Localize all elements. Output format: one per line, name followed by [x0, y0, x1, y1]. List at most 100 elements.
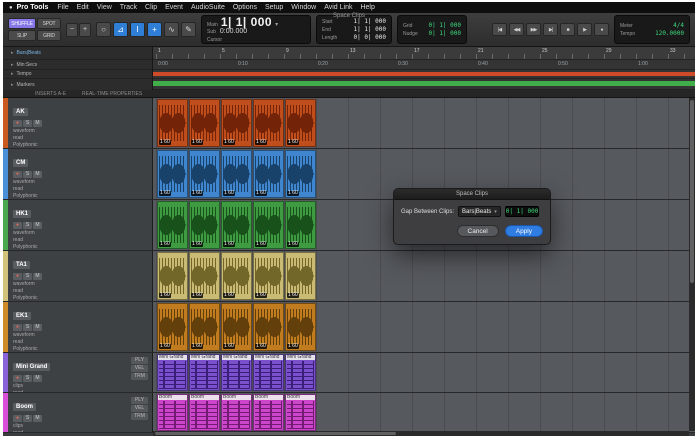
- clip[interactable]: 1 60: [253, 252, 284, 300]
- menu-item-avid-link[interactable]: Avid Link: [320, 4, 356, 11]
- track-automation-selector[interactable]: read: [13, 390, 152, 392]
- clip[interactable]: 1 60: [189, 303, 220, 351]
- horizontal-scrollbar-thumb[interactable]: [155, 432, 396, 435]
- lane-button-ply[interactable]: PLY: [131, 397, 148, 404]
- track-name-button[interactable]: AK: [13, 108, 28, 116]
- lane-button-vel[interactable]: VEL: [131, 405, 148, 412]
- menu-item-view[interactable]: View: [93, 4, 116, 11]
- record-enable-button[interactable]: ●: [13, 375, 22, 382]
- clip[interactable]: Boom: [221, 394, 252, 431]
- track-elastic-selector[interactable]: Polyphonic: [13, 346, 152, 352]
- clip[interactable]: 1 60: [157, 99, 188, 147]
- mode-shuffle-button[interactable]: SHUFFLE: [8, 18, 36, 29]
- clip[interactable]: 1 60: [253, 99, 284, 147]
- track-view-selector[interactable]: waveform: [13, 230, 152, 236]
- ruler-name-minsecs[interactable]: ▸ Min:Secs: [3, 60, 152, 70]
- clip[interactable]: 1 60: [157, 303, 188, 351]
- pencil-tool-button[interactable]: ✎: [181, 22, 196, 37]
- clip[interactable]: Mini Grand: [157, 354, 188, 391]
- track-view-selector[interactable]: waveform: [13, 128, 152, 134]
- edit-lane[interactable]: 1 601 601 601 601 60: [153, 98, 695, 148]
- tempo-value[interactable]: 120.0000: [655, 30, 684, 38]
- clip[interactable]: Mini Grand: [253, 354, 284, 391]
- clip[interactable]: Boom: [253, 394, 284, 431]
- solo-button[interactable]: S: [23, 415, 32, 422]
- vertical-scrollbar-thumb[interactable]: [690, 100, 694, 283]
- clip[interactable]: 1 60: [285, 201, 316, 249]
- zoomer-tool-button[interactable]: ○: [96, 22, 111, 37]
- nudge-value[interactable]: 0| 1| 000: [428, 30, 461, 38]
- gap-units-dropdown[interactable]: Bars|Beats ▾: [458, 206, 501, 217]
- record-enable-button[interactable]: ●: [13, 120, 22, 127]
- ruler-name-tempo[interactable]: ▸ Tempo: [3, 70, 152, 79]
- selection-end-value[interactable]: 1| 1| 000: [353, 26, 386, 34]
- disclosure-arrow-icon[interactable]: ▸: [11, 71, 14, 77]
- solo-button[interactable]: S: [23, 273, 32, 280]
- horizontal-scrollbar[interactable]: [153, 431, 689, 436]
- clip[interactable]: 1 60: [189, 150, 220, 198]
- track-automation-selector[interactable]: read: [13, 237, 152, 243]
- go-to-end-button[interactable]: ▶|: [543, 23, 558, 36]
- app-menu[interactable]: Pro Tools: [17, 4, 49, 11]
- mode-grid-button[interactable]: GRID: [37, 30, 61, 41]
- clip[interactable]: 1 60: [253, 201, 284, 249]
- track-automation-selector[interactable]: read: [13, 135, 152, 141]
- menu-item-options[interactable]: Options: [229, 4, 261, 11]
- clip[interactable]: Boom: [189, 394, 220, 431]
- play-button[interactable]: ▶: [577, 23, 592, 36]
- menu-item-setup[interactable]: Setup: [261, 4, 287, 11]
- clip[interactable]: 1 60: [285, 150, 316, 198]
- track-view-selector[interactable]: waveform: [13, 332, 152, 338]
- edit-lane[interactable]: Mini GrandMini GrandMini GrandMini Grand…: [153, 353, 695, 392]
- track-view-selector[interactable]: clips: [13, 383, 152, 389]
- track-name-button[interactable]: CM: [13, 159, 28, 167]
- grabber-tool-button[interactable]: +: [147, 22, 162, 37]
- mute-button[interactable]: M: [33, 415, 42, 422]
- solo-button[interactable]: S: [23, 324, 32, 331]
- minsecs-ruler-lane[interactable]: 0:000:100:200:300:400:501:00: [153, 60, 695, 70]
- clip[interactable]: 1 60: [221, 201, 252, 249]
- menu-item-audiosuite[interactable]: AudioSuite: [187, 4, 229, 11]
- clip[interactable]: 1 60: [285, 99, 316, 147]
- return-to-zero-button[interactable]: |◀: [492, 23, 507, 36]
- lane-button-trm[interactable]: TRM: [131, 373, 148, 380]
- track-elastic-selector[interactable]: Polyphonic: [13, 295, 152, 301]
- mute-button[interactable]: M: [33, 375, 42, 382]
- main-counter-value[interactable]: 1| 1| 000: [221, 16, 272, 28]
- solo-button[interactable]: S: [23, 222, 32, 229]
- menu-item-event[interactable]: Event: [161, 4, 187, 11]
- track-name-button[interactable]: HK1: [13, 210, 31, 218]
- grid-value[interactable]: 0| 1| 000: [428, 22, 461, 30]
- selector-tool-button[interactable]: I: [130, 22, 145, 37]
- disclosure-arrow-icon[interactable]: ▸: [11, 50, 14, 56]
- record-enable-button[interactable]: ●: [13, 222, 22, 229]
- tempo-ruler-lane[interactable]: [153, 70, 695, 79]
- clip[interactable]: 1 60: [285, 252, 316, 300]
- track-automation-selector[interactable]: read: [13, 430, 152, 432]
- clip[interactable]: 1 60: [157, 150, 188, 198]
- clip[interactable]: 1 60: [157, 201, 188, 249]
- clip[interactable]: 1 60: [221, 303, 252, 351]
- track-elastic-selector[interactable]: Polyphonic: [13, 244, 152, 250]
- mute-button[interactable]: M: [33, 120, 42, 127]
- markers-ruler-lane[interactable]: [153, 79, 695, 90]
- selection-length-value[interactable]: 0| 0| 000: [353, 34, 386, 42]
- record-enable-button[interactable]: ●: [13, 324, 22, 331]
- clip[interactable]: 1 60: [221, 252, 252, 300]
- menu-item-clip[interactable]: Clip: [141, 4, 161, 11]
- gap-value-field[interactable]: 0| 1| 000: [505, 206, 540, 217]
- track-view-selector[interactable]: waveform: [13, 281, 152, 287]
- mute-button[interactable]: M: [33, 222, 42, 229]
- record-enable-button[interactable]: ●: [13, 171, 22, 178]
- track-name-button[interactable]: EK1: [13, 312, 31, 320]
- menu-item-help[interactable]: Help: [356, 4, 378, 11]
- meter-value[interactable]: 4/4: [673, 22, 684, 30]
- fast-forward-button[interactable]: ▶▶: [526, 23, 541, 36]
- zoom-out-button[interactable]: −: [66, 23, 78, 37]
- bars-ruler-lane[interactable]: 1591317212529333741: [153, 47, 695, 60]
- chevron-down-icon[interactable]: ▾: [275, 21, 278, 28]
- lane-button-vel[interactable]: VEL: [131, 365, 148, 372]
- track-name-button[interactable]: Mini Grand: [13, 363, 50, 371]
- scrubber-tool-button[interactable]: ∿: [164, 22, 179, 37]
- clip[interactable]: 1 60: [221, 150, 252, 198]
